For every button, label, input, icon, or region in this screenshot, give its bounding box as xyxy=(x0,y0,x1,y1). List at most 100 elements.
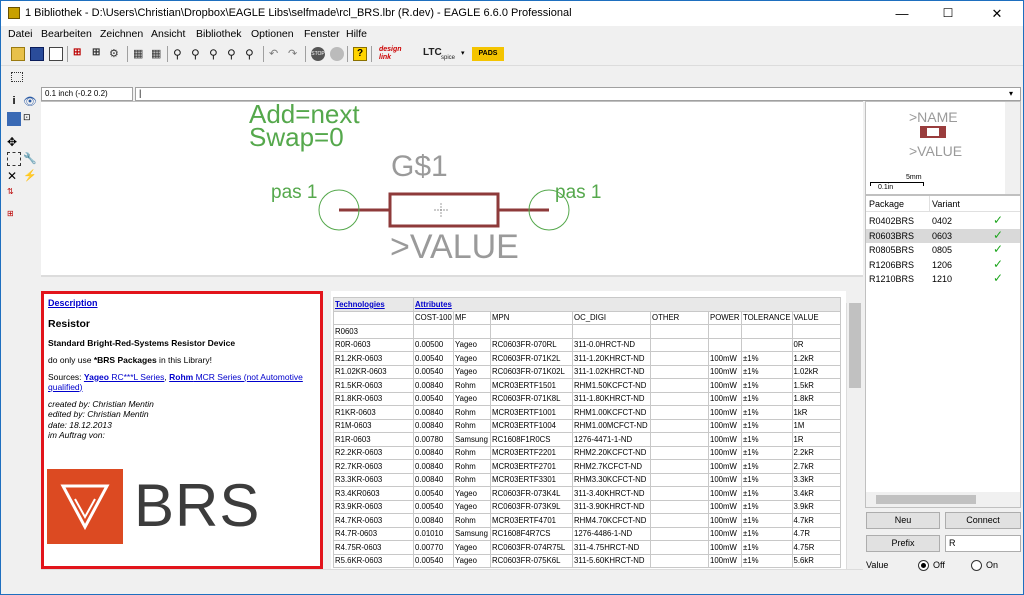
design-link-icon[interactable]: design link xyxy=(379,46,415,62)
description-link[interactable]: Description xyxy=(48,298,316,308)
table-row[interactable]: R1M-0603 0.00840 Rohm MCR03ERTF1004 RHM1.00M… xyxy=(333,418,841,433)
prefix-input[interactable]: R xyxy=(945,535,1021,552)
col-package[interactable]: Package xyxy=(869,199,904,209)
menu-bearbeiten[interactable]: Bearbeiten xyxy=(41,28,92,40)
table-row[interactable]: R2.2KR-0603 0.00840 Rohm MCR03ERTF2201 RHM2.… xyxy=(333,445,841,460)
table-row[interactable]: R2.7KR-0603 0.00840 Rohm MCR03ERTF2701 RHM2.… xyxy=(333,459,841,474)
menu-zeichnen[interactable]: Zeichnen xyxy=(100,28,143,40)
maximize-button[interactable]: ☐ xyxy=(925,1,971,26)
table-cell: 1.8kR xyxy=(791,391,841,406)
ulp-icon[interactable]: ▦ xyxy=(133,47,147,61)
description-sources: Sources: Yageo RC***L Series, Rohm MCR S… xyxy=(48,371,303,392)
undo-icon[interactable]: ↶ xyxy=(269,47,283,61)
table-cell: 100mW xyxy=(708,540,742,555)
redo-icon[interactable]: ↷ xyxy=(288,47,302,61)
zoom-in-icon[interactable]: ⚲ xyxy=(191,47,205,61)
move-icon[interactable]: ✥ xyxy=(7,135,21,149)
check-icon: ✓ xyxy=(993,213,1004,227)
prefix-button[interactable]: Prefix xyxy=(866,535,940,552)
ltc-icon[interactable]: LTC xyxy=(423,47,442,58)
table-cell: 100mW xyxy=(708,445,742,460)
menu-fenster[interactable]: Fenster xyxy=(304,28,340,40)
change-icon[interactable]: 🔧 xyxy=(23,152,37,166)
package-row[interactable]: R1206BRS 1206 ✓ xyxy=(866,258,1020,272)
symbol-canvas[interactable]: Add=next Swap=0 G$1 >VALUE pas 1 pas 1 xyxy=(41,101,863,275)
value-off-radio[interactable] xyxy=(918,560,929,571)
package-row[interactable]: R0603BRS 0603 ✓ xyxy=(866,228,1020,243)
menu-ansicht[interactable]: Ansicht xyxy=(151,28,185,40)
zoom-select-icon[interactable]: ⚲ xyxy=(227,47,241,61)
menu-bar: Datei Bearbeiten Zeichnen Ansicht Biblio… xyxy=(1,26,1023,43)
cam-icon[interactable]: ⊞ xyxy=(73,47,87,61)
command-history-dropdown-icon[interactable]: ▾ xyxy=(1009,89,1013,98)
table-cell: Rohm xyxy=(453,459,491,474)
table-row[interactable]: R4.7R-0603 0.01010 Samsung RC1608F4R7CS 1276… xyxy=(333,526,841,541)
technologies-panel: Technologies Attributes COST-100 MF MPN … xyxy=(331,291,846,569)
grid-icon[interactable]: ▦ xyxy=(151,47,165,61)
package-row[interactable]: R1210BRS 1210 ✓ xyxy=(866,272,1020,286)
table-row[interactable]: R3.4KR0603 0.00540 Yageo RC0603FR-073K4L 311… xyxy=(333,486,841,501)
minimize-button[interactable]: — xyxy=(879,1,925,26)
table-row[interactable]: R1KR-0603 0.00840 Rohm MCR03ERTF1001 RHM1.00… xyxy=(333,405,841,420)
add-icon[interactable]: ⚡ xyxy=(23,169,37,183)
table-row[interactable]: R3.9KR-0603 0.00540 Yageo RC0603FR-073K9L 31… xyxy=(333,499,841,514)
zoom-out-icon[interactable]: ⚲ xyxy=(209,47,223,61)
mark-icon[interactable]: ⊡ xyxy=(23,112,37,126)
stop-icon[interactable]: STOP xyxy=(311,47,325,61)
table-row[interactable]: R4.75R-0603 0.00770 Yageo RC0603FR-074R75L 3… xyxy=(333,540,841,555)
table-row[interactable]: R1.2KR-0603 0.00540 Yageo RC0603FR-071K2L 31… xyxy=(333,351,841,366)
technologies-link[interactable]: Technologies xyxy=(335,300,385,309)
table-cell xyxy=(650,351,709,366)
print-icon[interactable] xyxy=(49,47,63,61)
package-list-hscroll[interactable] xyxy=(866,492,1020,507)
table-row[interactable]: R1R-0603 0.00780 Samsung RC1608F1R0CS 1276-4… xyxy=(333,432,841,447)
tech-scroll-thumb[interactable] xyxy=(849,303,861,388)
script-icon[interactable]: ⚙ xyxy=(109,47,123,61)
group-icon[interactable] xyxy=(7,152,21,166)
new-button[interactable]: Neu xyxy=(866,512,940,529)
yageo-link[interactable]: Yageo RC***L Series xyxy=(84,372,164,382)
attributes-link[interactable]: Attributes xyxy=(415,300,452,309)
package-row[interactable]: R0402BRS 0402 ✓ xyxy=(866,214,1020,228)
redraw-icon[interactable]: ⚲ xyxy=(245,47,259,61)
canvas-splitter[interactable] xyxy=(41,275,863,291)
help-icon[interactable]: ? xyxy=(353,47,367,61)
table-row[interactable]: R3.3KR-0603 0.00840 Rohm MCR03ERTF3301 RHM3.… xyxy=(333,472,841,487)
delete-icon[interactable]: ✕ xyxy=(7,169,21,183)
table-row[interactable]: R5.6KR-0603 0.00540 Yageo RC0603FR-075K6L 31… xyxy=(333,553,841,568)
table-cell: ±1% xyxy=(741,418,793,433)
go-icon[interactable] xyxy=(330,47,344,61)
pin-name-right: pas 1 xyxy=(555,182,602,203)
display-icon[interactable] xyxy=(7,112,21,126)
save-icon[interactable] xyxy=(30,47,44,61)
pinswap-icon[interactable]: ⇅ xyxy=(7,187,21,201)
menu-datei[interactable]: Datei xyxy=(8,28,33,40)
menu-bibliothek[interactable]: Bibliothek xyxy=(196,28,242,40)
col-variant[interactable]: Variant xyxy=(932,199,960,209)
preview-scrollbar[interactable] xyxy=(1005,102,1020,194)
package-scroll-thumb[interactable] xyxy=(876,495,976,504)
zoom-fit-icon[interactable]: ⚲ xyxy=(173,47,187,61)
menu-hilfe[interactable]: Hilfe xyxy=(346,28,367,40)
menu-optionen[interactable]: Optionen xyxy=(251,28,294,40)
table-row[interactable]: R4.7KR-0603 0.00840 Rohm MCR03ERTF4701 RHM4.… xyxy=(333,513,841,528)
value-on-radio[interactable] xyxy=(971,560,982,571)
table-cell: Rohm xyxy=(453,445,491,460)
connect-button[interactable]: Connect xyxy=(945,512,1021,529)
pads-icon[interactable]: PADS xyxy=(472,47,504,61)
package-row[interactable]: R0805BRS 0805 ✓ xyxy=(866,243,1020,257)
table-row[interactable]: R0R-0603 0.00500 Yageo RC0603FR-070RL 311-0.… xyxy=(333,337,841,352)
attribute-icon[interactable]: ⊞ xyxy=(7,209,21,223)
tech-table-scrollbar[interactable] xyxy=(846,303,862,569)
table-cell: MCR03ERTF4701 xyxy=(490,513,573,528)
board-icon[interactable]: ⊞ xyxy=(92,47,106,61)
ltc-dropdown-icon[interactable]: ▾ xyxy=(461,49,465,57)
table-cell xyxy=(650,499,709,514)
close-button[interactable]: ✕ xyxy=(971,1,1023,26)
table-row[interactable]: R1.8KR-0603 0.00540 Yageo RC0603FR-071K8L 31… xyxy=(333,391,841,406)
open-icon[interactable] xyxy=(11,47,25,61)
table-row[interactable]: R1.02KR-0603 0.00540 Yageo RC0603FR-071K02L… xyxy=(333,364,841,379)
show-icon[interactable]: 👁 xyxy=(23,95,37,109)
table-row[interactable]: R1.5KR-0603 0.00840 Rohm MCR03ERTF1501 RHM1.… xyxy=(333,378,841,393)
info-icon[interactable]: i xyxy=(7,95,21,109)
